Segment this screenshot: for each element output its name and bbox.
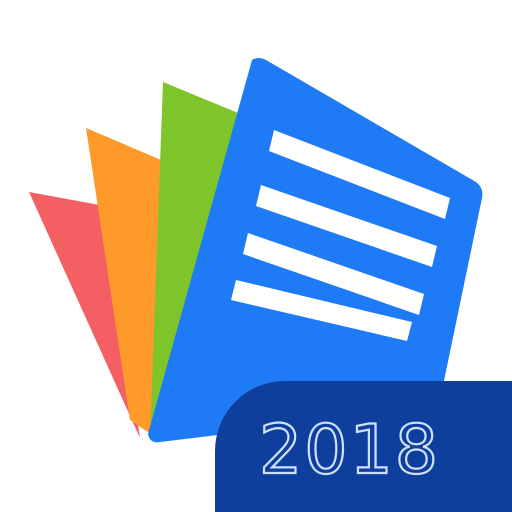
- badge-year-text: 2018: [258, 410, 441, 491]
- app-icon[interactable]: 2018: [0, 0, 512, 512]
- year-badge: 2018: [215, 381, 512, 512]
